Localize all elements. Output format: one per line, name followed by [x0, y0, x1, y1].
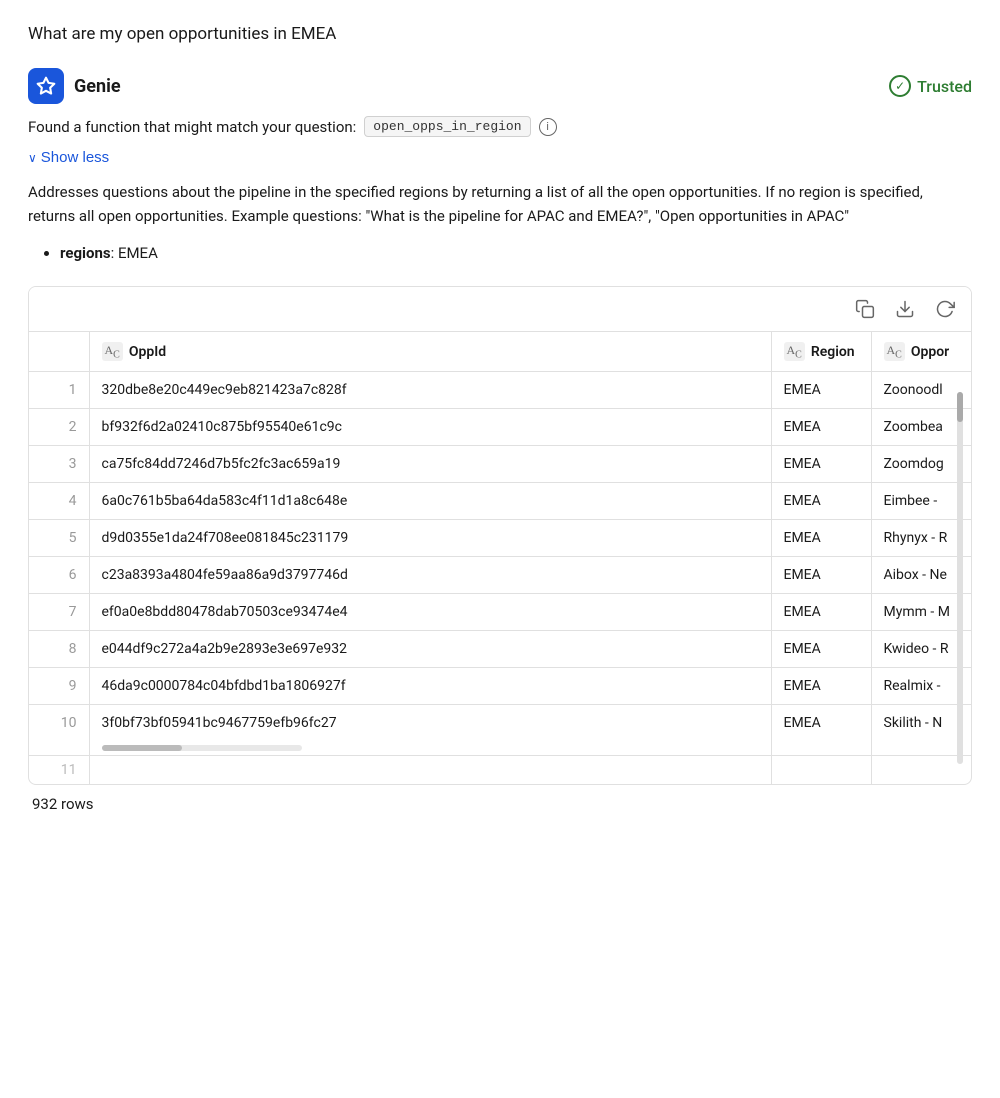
row-number: 4 — [29, 483, 89, 520]
function-line: Found a function that might match your q… — [28, 116, 972, 137]
cell-opportunity: Zoombea — [871, 409, 971, 446]
row-number: 8 — [29, 631, 89, 668]
trusted-badge: ✓ Trusted — [889, 75, 972, 97]
cell-region: EMEA — [771, 372, 871, 409]
cell-opportunity: Realmix - — [871, 668, 971, 705]
cell-opp-id: ca75fc84dd7246d7b5fc2fc3ac659a19 — [89, 446, 771, 483]
horizontal-scrollbar[interactable] — [102, 745, 302, 751]
table-row: 5d9d0355e1da24f708ee081845c231179EMEARhy… — [29, 520, 971, 557]
cell-opp-id: bf932f6d2a02410c875bf95540e61c9c — [89, 409, 771, 446]
table-row: 3ca75fc84dd7246d7b5fc2fc3ac659a19EMEAZoo… — [29, 446, 971, 483]
cell-opp-id: 320dbe8e20c449ec9eb821423a7c828f — [89, 372, 771, 409]
cell-opp-id: 46da9c0000784c04bfdbd1ba1806927f — [89, 668, 771, 705]
table-row: 946da9c0000784c04bfdbd1ba1806927fEMEARea… — [29, 668, 971, 705]
col-type-icon-oppid: AC — [102, 342, 123, 361]
cell-region: EMEA — [771, 520, 871, 557]
cell-opportunity: Kwideo - R — [871, 631, 971, 668]
vertical-scrollbar[interactable] — [957, 392, 963, 764]
genie-icon — [28, 68, 64, 104]
row-number: 7 — [29, 594, 89, 631]
col-label-opportunity: Oppor — [911, 344, 949, 360]
row-number: 1 — [29, 372, 89, 409]
horizontal-scrollbar-thumb[interactable] — [102, 745, 182, 751]
cell-region: EMEA — [771, 668, 871, 705]
cell-region: EMEA — [771, 557, 871, 594]
cell-region: EMEA — [771, 409, 871, 446]
row-number: 10 — [29, 705, 89, 742]
download-icon[interactable] — [895, 299, 915, 319]
function-text: Found a function that might match your q… — [28, 118, 356, 136]
row-count: 932 rows — [28, 795, 972, 813]
copy-icon[interactable] — [855, 299, 875, 319]
next-row-indicator: 11 — [29, 756, 971, 785]
col-header-rownum — [29, 332, 89, 372]
cell-opp-id: c23a8393a4804fe59aa86a9d3797746d — [89, 557, 771, 594]
row-number: 6 — [29, 557, 89, 594]
info-icon[interactable]: i — [539, 118, 557, 136]
cell-region: EMEA — [771, 446, 871, 483]
cell-opp-id: e044df9c272a4a2b9e2893e3e697e932 — [89, 631, 771, 668]
param-name: regions — [60, 244, 111, 262]
trusted-label: Trusted — [917, 77, 972, 96]
row-number: 9 — [29, 668, 89, 705]
table-row: 6c23a8393a4804fe59aa86a9d3797746dEMEAAib… — [29, 557, 971, 594]
genie-header: Genie ✓ Trusted — [28, 68, 972, 104]
cell-opportunity: Rhynyx - R — [871, 520, 971, 557]
show-less-label: Show less — [41, 149, 109, 166]
col-header-region[interactable]: AC Region — [771, 332, 871, 372]
page-question: What are my open opportunities in EMEA — [20, 24, 980, 44]
cell-opp-id: 3f0bf73bf05941bc9467759efb96fc27 — [89, 705, 771, 742]
cell-opportunity: Zoomdog — [871, 446, 971, 483]
col-header-opportunity[interactable]: AC Oppor — [871, 332, 971, 372]
function-badge: open_opps_in_region — [364, 116, 530, 137]
table-wrapper: AC OppId AC Region AC — [29, 332, 971, 784]
genie-name: Genie — [74, 76, 121, 97]
table-row: 2bf932f6d2a02410c875bf95540e61c9cEMEAZoo… — [29, 409, 971, 446]
cell-opp-id: d9d0355e1da24f708ee081845c231179 — [89, 520, 771, 557]
cell-region: EMEA — [771, 594, 871, 631]
col-header-oppid[interactable]: AC OppId — [89, 332, 771, 372]
results-table-container: AC OppId AC Region AC — [28, 286, 972, 785]
table-toolbar — [29, 287, 971, 332]
param-value: EMEA — [118, 244, 158, 262]
col-label-region: Region — [811, 344, 855, 360]
row-number: 3 — [29, 446, 89, 483]
table-header-row: AC OppId AC Region AC — [29, 332, 971, 372]
cell-opportunity: Aibox - Ne — [871, 557, 971, 594]
col-type-icon-opportunity: AC — [884, 342, 905, 361]
trusted-checkmark-icon: ✓ — [889, 75, 911, 97]
row-number: 5 — [29, 520, 89, 557]
chevron-down-icon: ∨ — [28, 151, 37, 165]
scrollbar-thumb[interactable] — [957, 392, 963, 422]
table-row: 7ef0a0e8bdd80478dab70503ce93474e4EMEAMym… — [29, 594, 971, 631]
cell-region: EMEA — [771, 631, 871, 668]
genie-title-area: Genie — [28, 68, 121, 104]
table-row: 1320dbe8e20c449ec9eb821423a7c828fEMEAZoo… — [29, 372, 971, 409]
cell-opportunity: Mymm - M — [871, 594, 971, 631]
cell-opportunity: Skilith - N — [871, 705, 971, 742]
cell-opportunity: Zoonoodl — [871, 372, 971, 409]
cell-opp-id: ef0a0e8bdd80478dab70503ce93474e4 — [89, 594, 771, 631]
table-row: 8e044df9c272a4a2b9e2893e3e697e932EMEAKwi… — [29, 631, 971, 668]
cell-region: EMEA — [771, 483, 871, 520]
cell-opp-id: 6a0c761b5ba64da583c4f11d1a8c648e — [89, 483, 771, 520]
horizontal-scrollbar-row — [29, 741, 971, 756]
col-type-icon-region: AC — [784, 342, 805, 361]
refresh-icon[interactable] — [935, 299, 955, 319]
cell-region: EMEA — [771, 705, 871, 742]
cell-opportunity: Eimbee - — [871, 483, 971, 520]
function-description: Addresses questions about the pipeline i… — [28, 180, 972, 228]
params-list: regions: EMEA — [28, 244, 972, 262]
table-row: 103f0bf73bf05941bc9467759efb96fc27EMEASk… — [29, 705, 971, 742]
col-label-oppid: OppId — [129, 344, 166, 360]
show-less-button[interactable]: ∨ Show less — [28, 145, 109, 170]
data-table: AC OppId AC Region AC — [29, 332, 971, 784]
table-row: 46a0c761b5ba64da583c4f11d1a8c648eEMEAEim… — [29, 483, 971, 520]
param-item: regions: EMEA — [60, 244, 972, 262]
genie-card: Genie ✓ Trusted Found a function that mi… — [20, 68, 980, 813]
row-number: 2 — [29, 409, 89, 446]
